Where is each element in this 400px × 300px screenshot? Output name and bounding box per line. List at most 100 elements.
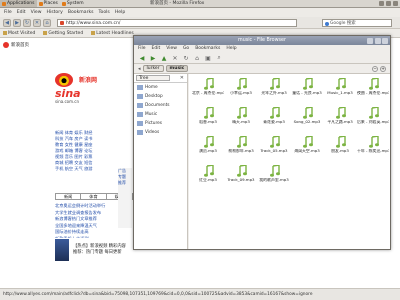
breadcrumb-lurker[interactable]: lurker: [142, 65, 164, 72]
url-bar[interactable]: http://www.sina.com.cn/: [57, 18, 297, 27]
music-file-icon: [235, 165, 248, 177]
sina-home-link[interactable]: 新浪首页: [3, 40, 40, 49]
menu-file[interactable]: File: [138, 45, 146, 53]
menu-file[interactable]: File: [4, 10, 12, 15]
breadcrumb-music[interactable]: music: [165, 65, 189, 72]
back-button[interactable]: ◀: [3, 18, 11, 27]
menu-edit[interactable]: Edit: [17, 10, 26, 15]
file-item[interactable]: 红豆.mp3: [192, 165, 224, 195]
minimize-icon[interactable]: [367, 37, 373, 44]
file-name: 朋友.mp3: [331, 149, 349, 153]
file-browser-toolbar: ◀ ▶ ▲ ✕ ↻ ⌂ ▣ ⌕: [134, 53, 390, 64]
stop-button[interactable]: ✕: [171, 54, 179, 62]
sidebar-item-music[interactable]: Music: [134, 110, 187, 119]
menu-help[interactable]: Help: [226, 45, 236, 53]
computer-button[interactable]: ▣: [204, 54, 212, 62]
search-input[interactable]: Google 搜索: [322, 19, 392, 27]
up-button[interactable]: ▲: [160, 54, 168, 62]
home-button[interactable]: ⌂: [193, 54, 201, 62]
sidebar-item-home[interactable]: Home: [134, 83, 187, 92]
app-icon: [38, 1, 43, 6]
maximize-icon[interactable]: [374, 37, 381, 44]
file-item[interactable]: 夜曲 - 周杰伦.mp3: [357, 78, 389, 108]
location-bar: ◂ lurker music − +: [134, 64, 390, 74]
file-name: 稻香.mp3: [199, 120, 217, 124]
panel-tab-places[interactable]: Places: [37, 0, 60, 7]
ad-link[interactable]: 推荐: [118, 180, 132, 186]
file-item[interactable]: 海阔天空.mp3: [291, 136, 323, 166]
close-icon[interactable]: ✕: [180, 75, 184, 81]
music-file-icon: [268, 136, 281, 148]
bookmark-most-visited[interactable]: Most Visited: [3, 31, 35, 36]
menu-history[interactable]: History: [47, 10, 63, 15]
music-file-icon: [202, 136, 215, 148]
back-button[interactable]: ◀: [138, 54, 146, 62]
reload-button[interactable]: ↻: [23, 18, 31, 27]
menu-view[interactable]: View: [31, 10, 42, 15]
file-item[interactable]: 后来 - 刘若英.mp3: [357, 107, 389, 137]
sidebar-item-pictures[interactable]: Pictures: [134, 119, 187, 128]
menu-edit[interactable]: Edit: [152, 45, 161, 53]
file-item[interactable]: 平凡之路.mp3: [324, 107, 356, 137]
music-file-icon: [334, 107, 347, 119]
file-name: Song_02.mp3: [293, 120, 321, 124]
breadcrumb-left-arrow[interactable]: ◂: [138, 66, 141, 72]
bookmark-getting-started[interactable]: Getting Started: [43, 31, 83, 36]
file-name: 晴天.mp3: [232, 120, 250, 124]
file-item[interactable]: 晴天.mp3: [225, 107, 257, 137]
file-item[interactable]: 朋友.mp3: [324, 136, 356, 166]
tab-news[interactable]: 新闻: [56, 194, 82, 199]
file-item[interactable]: Track_09.mp3: [225, 165, 257, 195]
stop-button[interactable]: ✕: [33, 18, 41, 27]
file-item[interactable]: 青花瓷.mp3: [258, 107, 290, 137]
menu-bookmarks[interactable]: Bookmarks: [68, 10, 94, 15]
file-item[interactable]: Song_02.mp3: [291, 107, 323, 137]
sidebar-item-documents[interactable]: Documents: [134, 101, 187, 110]
file-item[interactable]: 童话 - 光良.mp3: [291, 78, 323, 108]
navigation-toolbar: ◀ ▶ ↻ ✕ ⌂ http://www.sina.com.cn/ Google…: [0, 17, 400, 29]
file-item[interactable]: 稻香.mp3: [192, 107, 224, 137]
sina-logo[interactable]: 新浪网 sina sina.com.cn: [55, 73, 115, 113]
menu-view[interactable]: View: [166, 45, 177, 53]
folder-icon: [137, 130, 143, 135]
file-item[interactable]: 我的歌声里.mp3: [258, 165, 290, 195]
forward-button[interactable]: ▶: [149, 54, 157, 62]
file-name: 夜曲 - 周杰伦.mp3: [357, 91, 389, 95]
reload-button[interactable]: ↻: [182, 54, 190, 62]
panel-tab-applications[interactable]: Applications: [0, 0, 37, 7]
search-button[interactable]: ⌕: [215, 54, 223, 62]
file-item[interactable]: Music_1.mp3: [324, 78, 356, 108]
sidebar-view-select[interactable]: Tree: [136, 75, 170, 81]
sidebar-item-videos[interactable]: Videos: [134, 128, 187, 137]
forward-button[interactable]: ▶: [13, 18, 21, 27]
file-item[interactable]: 匆匆那年.mp3: [225, 136, 257, 166]
minimize-icon[interactable]: [379, 1, 384, 6]
menu-bookmarks[interactable]: Bookmarks: [195, 45, 220, 53]
file-item[interactable]: 小幸运.mp3: [225, 78, 257, 108]
close-icon[interactable]: [393, 1, 398, 6]
bookmark-latest-headlines[interactable]: Latest Headlines: [91, 31, 134, 36]
menu-help[interactable]: Help: [115, 10, 125, 15]
close-icon[interactable]: [382, 37, 388, 44]
file-item[interactable]: 光年之外.mp3: [258, 78, 290, 108]
music-file-icon: [268, 78, 281, 90]
file-item[interactable]: Track_05.mp3: [258, 136, 290, 166]
tab-sports[interactable]: 体育: [81, 194, 107, 199]
file-item[interactable]: 演员.mp3: [192, 136, 224, 166]
file-name: 十年 - 陈奕迅.mp3: [357, 149, 389, 153]
menu-go[interactable]: Go: [183, 45, 189, 53]
zoom-in-icon[interactable]: +: [380, 65, 386, 72]
zoom-out-icon[interactable]: −: [372, 65, 378, 72]
top-panel: Applications Places System 新浪首页 - Mozill…: [0, 0, 400, 8]
file-item[interactable]: 十年 - 陈奕迅.mp3: [357, 136, 389, 166]
home-button[interactable]: ⌂: [43, 18, 51, 27]
maximize-icon[interactable]: [386, 1, 391, 6]
file-name: 演员.mp3: [199, 149, 217, 153]
file-name: 平凡之路.mp3: [327, 120, 353, 124]
file-name: 海阔天空.mp3: [294, 149, 320, 153]
file-item[interactable]: 北京 - 周杰伦.mp3: [192, 78, 224, 108]
file-name: 北京 - 周杰伦.mp3: [192, 91, 224, 95]
panel-tab-system[interactable]: System: [60, 0, 86, 7]
sidebar-item-desktop[interactable]: Desktop: [134, 92, 187, 101]
menu-tools[interactable]: Tools: [99, 10, 110, 15]
